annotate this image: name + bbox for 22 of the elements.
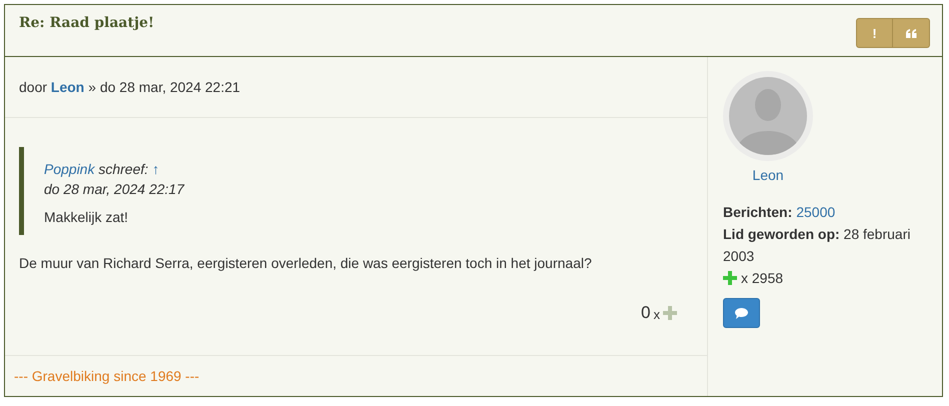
like-icon[interactable] — [663, 306, 677, 320]
quote-icon — [906, 28, 916, 38]
profile-name[interactable]: Leon — [752, 167, 784, 183]
quote-date: do 28 mar, 2024 22:17 — [44, 181, 184, 197]
message-button[interactable] — [723, 298, 760, 328]
posts-label: Berichten: — [723, 203, 792, 222]
thanks-icon — [723, 271, 737, 285]
like-count: 0 — [641, 303, 650, 323]
post-text: De muur van Richard Serra, eergisteren overleden, die was eergisteren toch in het journaal? — [19, 255, 593, 271]
quote-author-link[interactable]: Poppink — [44, 161, 95, 177]
speech-bubble-icon — [735, 308, 748, 318]
like-times: x — [654, 307, 660, 322]
quote-cite: Poppink schreef: ↑ — [44, 161, 160, 177]
posts-count[interactable]: 25000 — [796, 201, 836, 223]
quote-button[interactable] — [893, 18, 930, 48]
author-link[interactable]: Leon — [50, 79, 84, 95]
post-meta: door Leon » do 28 mar, 2024 22:21 — [19, 79, 240, 95]
quote-text: Makkelijk zat! — [44, 209, 130, 225]
jump-link[interactable]: ↑ — [152, 161, 160, 177]
thanks-count: x 2958 — [741, 269, 784, 288]
post-title: Re: Raad plaatje! — [19, 15, 154, 33]
signature: --- Gravelbiking since 1969 --- — [14, 368, 200, 384]
